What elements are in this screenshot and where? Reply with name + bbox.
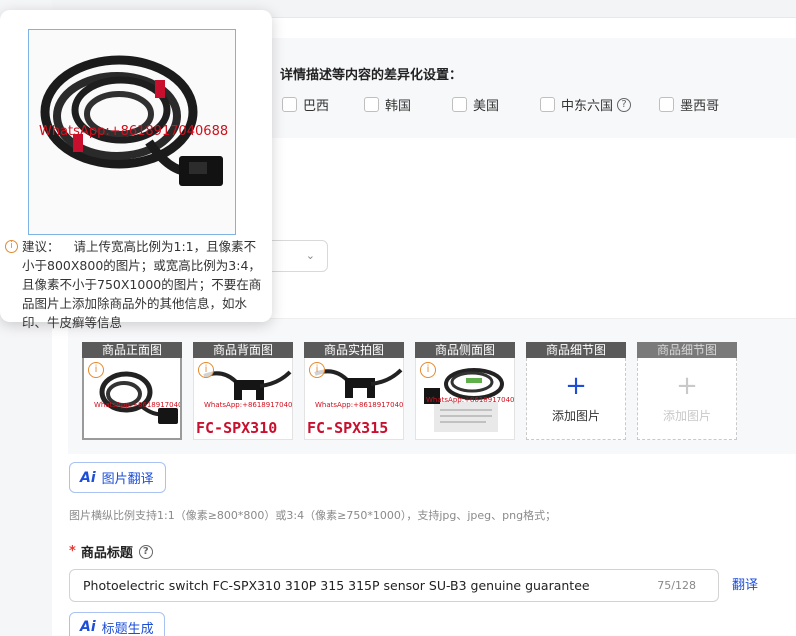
slot-label: 商品实拍图	[304, 342, 404, 358]
title-generate-button[interactable]: Ai 标题生成	[69, 612, 165, 636]
country-label: 韩国	[385, 99, 412, 114]
ai-icon: Ai	[80, 619, 96, 635]
image-slot-detail-disabled: 商品细节图 + 添加图片	[637, 342, 737, 440]
country-label: 美国	[473, 99, 500, 114]
preview-image: WhatsApp:+8618917040688	[28, 29, 236, 235]
slot-label: 商品背面图	[193, 342, 293, 358]
watermark-text: WhatsApp:+8618917040688	[39, 124, 229, 139]
help-icon[interactable]: ?	[138, 544, 153, 559]
image-slot-back[interactable]: 商品背面图 i WhatsApp:+8618917040688 FC-SPX31…	[193, 342, 293, 440]
watermark-text: WhatsApp:+8618917040688	[426, 396, 515, 404]
image-translate-label: 图片翻译	[101, 472, 154, 487]
slot-label: 商品细节图	[637, 342, 737, 358]
character-count: 75/128	[657, 579, 696, 592]
model-number-text: FC-SPX315	[307, 419, 389, 437]
title-generate-label: 标题生成	[101, 621, 154, 636]
checkbox-usa[interactable]	[452, 97, 468, 112]
add-image-label: 添加图片	[551, 409, 600, 423]
warning-icon: i	[420, 362, 436, 378]
image-translate-button[interactable]: Ai 图片翻译	[69, 462, 166, 493]
country-label: 中东六国	[561, 99, 614, 114]
plus-icon: +	[565, 371, 587, 401]
warning-icon: i	[309, 362, 325, 378]
watermark-text: WhatsApp:+8618917040688	[315, 401, 404, 409]
watermark-text: WhatsApp:+8618917040688	[204, 401, 293, 409]
model-number-text: FC-SPX310	[196, 419, 278, 437]
country-option-korea[interactable]: 韩国	[364, 95, 411, 114]
checkbox-brazil[interactable]	[282, 97, 297, 112]
slot-label: 商品正面图	[82, 342, 182, 358]
watermark-text: WhatsApp:+8618917040688	[94, 401, 182, 409]
product-title-input[interactable]: Photoelectric switch FC-SPX310 310P 315 …	[69, 569, 719, 602]
slot-label: 商品细节图	[526, 342, 626, 358]
checkbox-korea[interactable]	[364, 97, 380, 112]
slot-thumbnail[interactable]: i WhatsApp:+8618917040688 FC-SPX310	[193, 358, 293, 440]
product-title-label: * 商品标题 ?	[69, 542, 153, 561]
image-slot-side[interactable]: 商品侧面图 i WhatsApp:+8618917040688	[415, 342, 515, 440]
warning-icon: i	[198, 362, 214, 378]
image-format-hint: 图片横纵比例支持1:1（像素≥800*800）或3:4（像素≥750*1000）…	[69, 509, 557, 522]
slot-label: 商品侧面图	[415, 342, 515, 358]
differentiation-title: 详情描述等内容的差异化设置：	[280, 68, 463, 83]
add-image-button[interactable]: + 添加图片	[526, 358, 626, 440]
slot-thumbnail[interactable]: i WhatsApp:+8618917040688 FC-SPX315	[304, 358, 404, 440]
translate-link[interactable]: 翻译	[732, 574, 758, 593]
upload-advice: i 建议： 请上传宽高比例为1:1，且像素不小于800X800的图片；或宽高比例…	[5, 237, 267, 332]
chevron-down-icon: ⌄	[305, 249, 315, 262]
image-slot-detail[interactable]: 商品细节图 + 添加图片	[526, 342, 626, 440]
warning-icon: i	[88, 362, 104, 378]
image-slot-front[interactable]: 商品正面图 i WhatsApp:+8618917040688	[82, 342, 182, 440]
country-option-mexico[interactable]: 墨西哥	[659, 95, 719, 114]
country-option-brazil[interactable]: 巴西	[282, 95, 329, 114]
product-title-value[interactable]: Photoelectric switch FC-SPX310 310P 315 …	[83, 578, 590, 593]
ai-icon: Ai	[80, 469, 96, 486]
country-label: 墨西哥	[680, 99, 720, 114]
checkbox-mexico[interactable]	[659, 97, 675, 112]
image-slot-real-shot[interactable]: 商品实拍图 i WhatsApp:+8618917040688 FC-SPX31…	[304, 342, 404, 440]
checkbox-middle-east[interactable]	[540, 97, 556, 112]
image-preview-popover: WhatsApp:+8618917040688 i 建议： 请上传宽高比例为1:…	[0, 10, 272, 330]
advice-label: 建议：	[22, 239, 60, 254]
required-mark: *	[69, 544, 76, 559]
add-image-label: 添加图片	[662, 409, 711, 423]
slot-thumbnail[interactable]: i WhatsApp:+8618917040688	[415, 358, 515, 440]
country-option-usa[interactable]: 美国	[452, 95, 499, 114]
help-icon[interactable]: ?	[617, 97, 632, 112]
add-image-button-disabled: + 添加图片	[637, 358, 737, 440]
country-label: 巴西	[303, 99, 330, 114]
country-checkbox-row: 巴西 韩国 美国 中东六国 ? 墨西哥	[282, 95, 719, 114]
country-option-middle-east[interactable]: 中东六国 ?	[540, 95, 632, 114]
info-icon: i	[5, 240, 18, 253]
product-title-text: 商品标题	[80, 546, 133, 561]
slot-thumbnail[interactable]: i WhatsApp:+8618917040688	[82, 358, 182, 440]
plus-icon: +	[676, 371, 698, 401]
